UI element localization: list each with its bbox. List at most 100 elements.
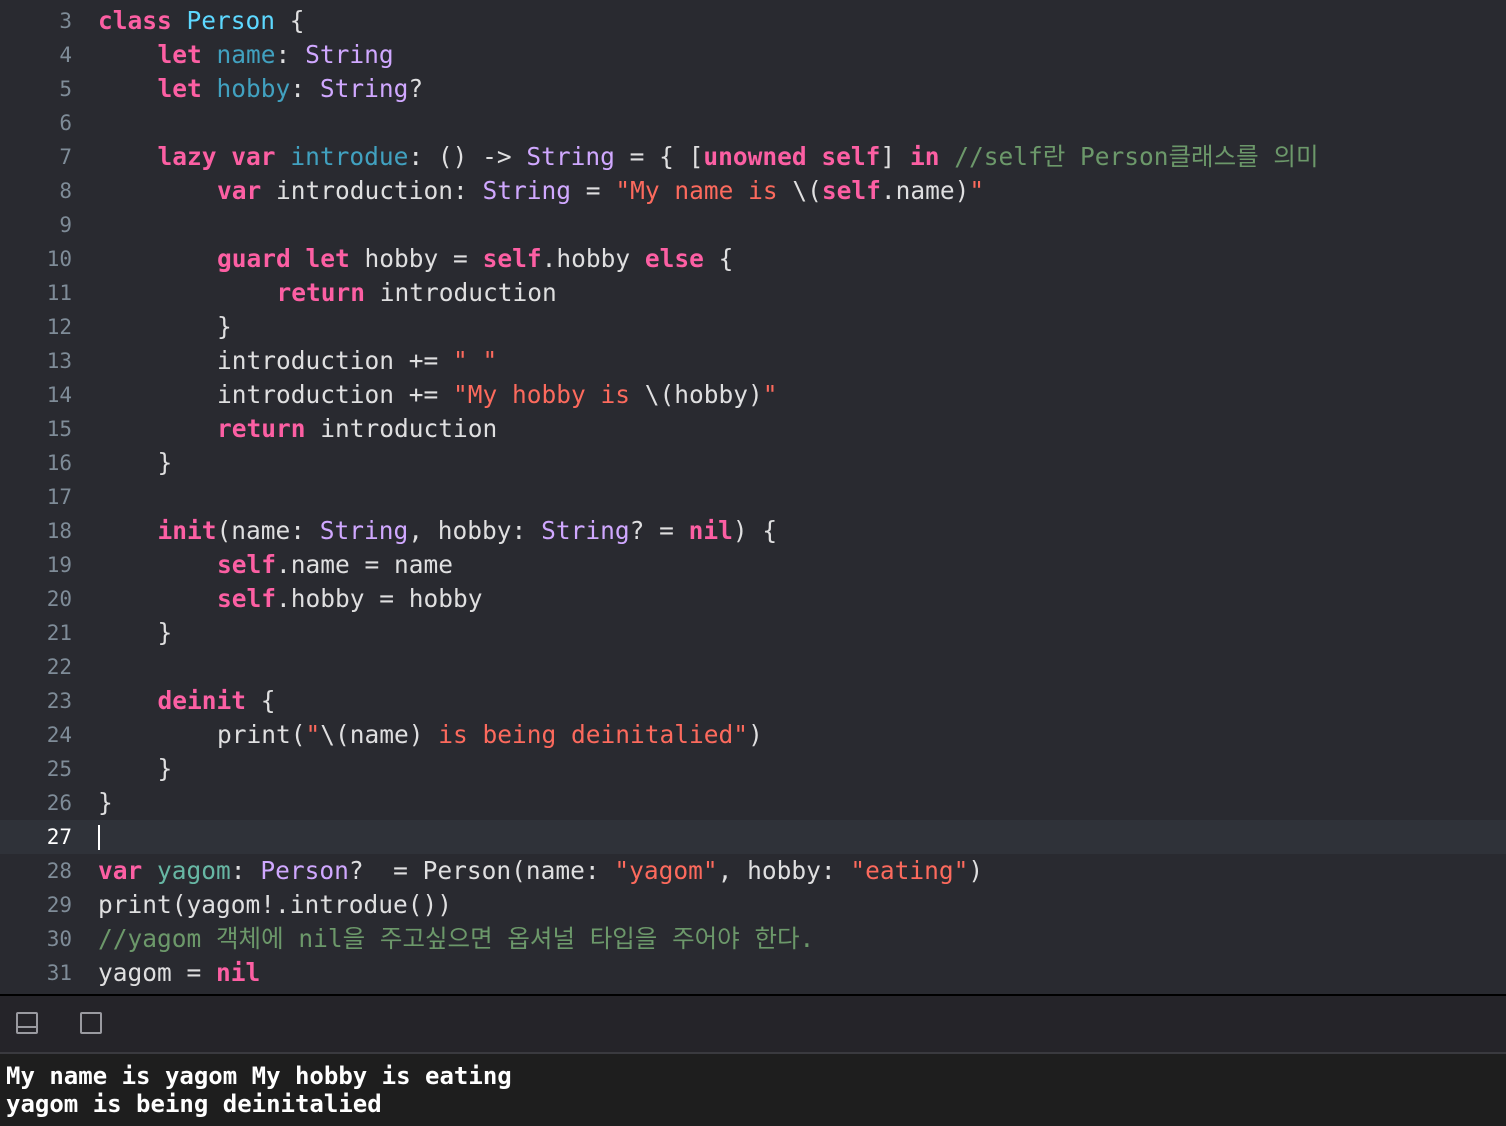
code-line[interactable]: 15 return introduction (0, 412, 1506, 446)
code-line[interactable]: 27 (0, 820, 1506, 854)
code-line[interactable]: 9 (0, 208, 1506, 242)
line-number: 16 (46, 451, 72, 475)
code-text: guard let hobby = self.hobby else { (217, 245, 733, 273)
code-token: name (216, 40, 276, 69)
code-line[interactable]: 4 let name: String (0, 38, 1506, 72)
code-keyword: self (821, 142, 881, 171)
code-line[interactable]: 8 var introduction: String = "My name is … (0, 174, 1506, 208)
code-token: String (526, 142, 615, 171)
code-token: (name: (216, 516, 320, 545)
code-keyword: self (217, 584, 277, 613)
code-text: self.hobby = hobby (217, 585, 483, 613)
code-keyword: class (98, 6, 172, 35)
code-keyword: lazy (157, 142, 217, 171)
code-line[interactable]: 20 self.hobby = hobby (0, 582, 1506, 616)
code-line[interactable]: 26} (0, 786, 1506, 820)
code-keyword: nil (216, 958, 261, 987)
line-number: 18 (46, 519, 72, 543)
line-number: 10 (46, 247, 72, 271)
code-line[interactable]: 24 print("\(name) is being deinitalied") (0, 718, 1506, 752)
code-token: yagom (157, 856, 231, 885)
code-token: } (217, 312, 232, 341)
code-text: lazy var introdue: () -> String = { [uno… (158, 143, 1319, 171)
code-line[interactable]: 30 //yagom 객체에 nil을 주고싶으면 옵셔널 타입을 주어야 한다. (0, 922, 1506, 956)
code-line[interactable]: 3 class Person { (0, 4, 1506, 38)
code-token: = { [ (614, 142, 704, 171)
code-line[interactable]: 25} (0, 752, 1506, 786)
line-number: 23 (46, 689, 72, 713)
code-token: .name = name (276, 550, 454, 579)
code-token: introduction += (217, 380, 454, 409)
code-line[interactable]: 31 yagom = nil (0, 956, 1506, 990)
code-keyword: return (276, 278, 366, 307)
code-line[interactable]: 11 return introduction (0, 276, 1506, 310)
line-number: 15 (46, 417, 72, 441)
line-number: 13 (46, 349, 72, 373)
code-token: } (98, 788, 113, 817)
code-text: introduction += " " (217, 347, 497, 375)
line-number: 7 (59, 145, 72, 169)
code-string: "yagom" (614, 856, 718, 885)
code-line[interactable]: 18 init(name: String, hobby: String? = ni… (0, 514, 1506, 548)
line-number: 8 (59, 179, 72, 203)
code-keyword: guard (217, 244, 291, 273)
code-token: ? = Person(name: (348, 856, 615, 885)
code-token: yagom = (98, 958, 217, 987)
code-token: = (571, 176, 616, 205)
code-line[interactable]: 29 print(yagom!.introdue()) (0, 888, 1506, 922)
code-line[interactable]: 14 introduction += "My hobby is \(hobby)" (0, 378, 1506, 412)
code-line[interactable]: 28 var yagom: Person? = Person(name: "yag… (0, 854, 1506, 888)
code-string: "My hobby is (453, 380, 645, 409)
code-keyword: unowned (703, 142, 807, 171)
code-text: return introduction (277, 279, 557, 307)
code-line[interactable]: 16} (0, 446, 1506, 480)
line-number: 28 (46, 859, 72, 883)
code-text: var yagom: Person? = Person(name: "yagom… (98, 857, 983, 885)
code-string: "My name is (615, 176, 793, 205)
code-token: introduction: (261, 176, 483, 205)
console-view-icon[interactable] (80, 1012, 102, 1034)
code-token: introduction (365, 278, 557, 307)
code-line[interactable]: 17 (0, 480, 1506, 514)
code-string: " (762, 380, 778, 409)
console-output-line: yagom is being deinitalied (6, 1090, 382, 1118)
code-line[interactable]: 7 lazy var introdue: () -> String = { [un… (0, 140, 1506, 174)
code-comment: //self란 Person클래스를 의미 (954, 142, 1319, 171)
line-number: 25 (46, 757, 72, 781)
code-text: } (158, 755, 173, 783)
code-token: : () -> (408, 142, 527, 171)
code-line[interactable]: 22 (0, 650, 1506, 684)
hide-debug-area-icon[interactable] (16, 1012, 38, 1034)
code-line[interactable]: 23 deinit { (0, 684, 1506, 718)
line-number: 12 (46, 315, 72, 339)
code-token: } (157, 448, 173, 477)
code-comment: //yagom 객체에 nil을 주고싶으면 옵셔널 타입을 주어야 한다. (98, 924, 815, 953)
code-token: String (541, 516, 630, 545)
code-token: , hobby: (408, 516, 542, 545)
code-line[interactable]: 5 let hobby: String? (0, 72, 1506, 106)
console-output[interactable]: My name is yagom My hobby is eating yago… (0, 1054, 1506, 1126)
code-token: introdue (290, 142, 409, 171)
code-token: Person (186, 6, 276, 35)
code-line[interactable]: 13 introduction += " " (0, 344, 1506, 378)
code-string: " (969, 176, 985, 205)
debug-area-toolbar (0, 996, 1506, 1052)
code-text: } (158, 449, 173, 477)
code-keyword: deinit (157, 686, 247, 715)
code-text: print(yagom!.introdue()) (98, 891, 452, 919)
code-token: } (157, 754, 173, 783)
code-keyword: var (231, 142, 276, 171)
code-line[interactable]: 12} (0, 310, 1506, 344)
code-text: let name: String (158, 41, 394, 69)
code-line[interactable]: 21} (0, 616, 1506, 650)
code-token: \(hobby) (644, 380, 763, 409)
code-line[interactable]: 19 self.name = name (0, 548, 1506, 582)
code-line[interactable]: 6 (0, 106, 1506, 140)
code-line[interactable]: 10 guard let hobby = self.hobby else { (0, 242, 1506, 276)
code-token: { (703, 244, 734, 273)
source-editor[interactable]: 3 class Person {4 let name: String 5 let hob… (0, 0, 1506, 994)
